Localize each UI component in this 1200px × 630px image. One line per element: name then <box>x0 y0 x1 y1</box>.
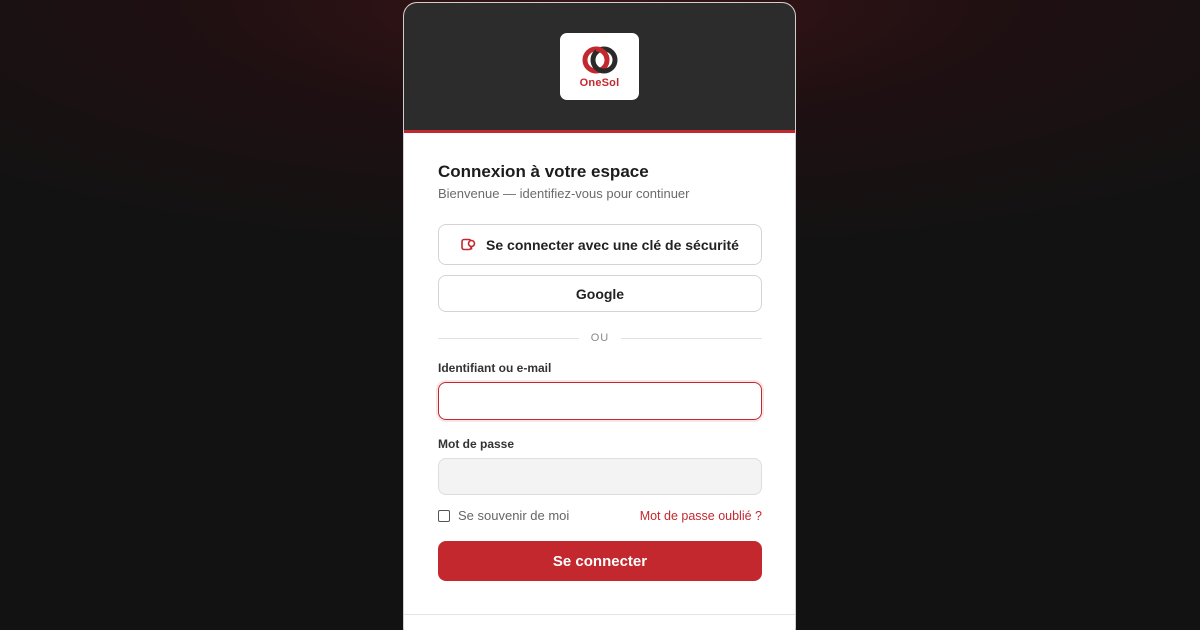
footer-divider <box>404 614 795 615</box>
google-signin-button[interactable]: Google <box>438 275 762 312</box>
username-input[interactable] <box>438 382 762 420</box>
password-input[interactable] <box>438 458 762 495</box>
divider-line-left <box>438 337 579 339</box>
page-title: Connexion à votre espace <box>438 162 649 181</box>
security-key-button-label: Se connecter avec une clé de sécurité <box>486 236 739 253</box>
options-row: Se souvenir de moi Mot de passe oublié ? <box>438 508 762 523</box>
divider-line-right <box>621 337 762 339</box>
submit-button[interactable]: Se connecter <box>438 541 762 581</box>
brand-logo: OneSol <box>560 33 639 100</box>
or-divider: OU <box>438 332 762 344</box>
security-key-button[interactable]: Se connecter avec une clé de sécurité <box>438 224 762 265</box>
remember-me-label[interactable]: Se souvenir de moi <box>458 508 569 523</box>
divider-label: OU <box>590 332 610 344</box>
card-header: OneSol <box>404 3 795 133</box>
onesol-rings-logo-icon <box>581 45 619 75</box>
brand-name: OneSol <box>579 76 620 89</box>
card-body: Connexion à votre espace Bienvenue — ide… <box>404 133 795 581</box>
login-card: OneSol Connexion à votre espace Bienvenu… <box>403 2 796 630</box>
page-subtitle: Bienvenue — identifiez-vous pour continu… <box>438 186 690 201</box>
security-key-icon <box>461 238 476 251</box>
username-label: Identifiant ou e-mail <box>438 361 552 375</box>
remember-me[interactable]: Se souvenir de moi <box>438 508 569 523</box>
password-label: Mot de passe <box>438 437 515 451</box>
forgot-password-link[interactable]: Mot de passe oublié ? <box>640 509 762 523</box>
google-button-label: Google <box>575 285 625 302</box>
remember-me-checkbox[interactable] <box>438 509 450 522</box>
